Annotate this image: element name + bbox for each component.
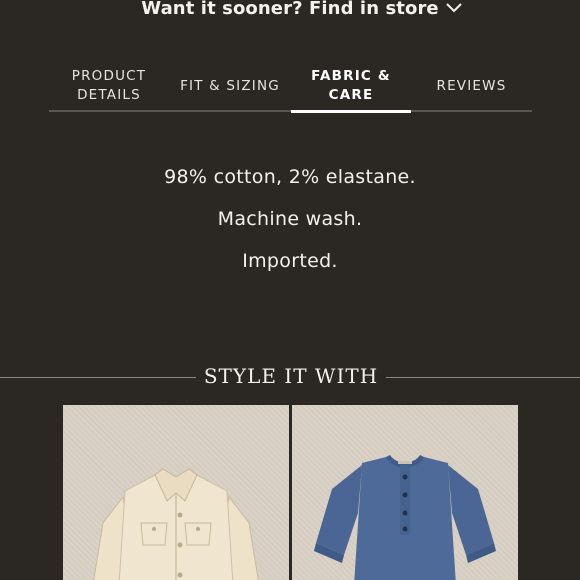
tab-label: REVIEWS [436, 77, 507, 94]
care-material: 98% cotton, 2% elastane. [164, 166, 416, 188]
tab-fit-sizing[interactable]: FIT & SIZING [169, 62, 291, 110]
care-wash: Machine wash. [217, 208, 363, 230]
style-it-with-heading: STYLE IT WITH [0, 362, 580, 392]
jacket-image [93, 468, 259, 580]
tab-label-line2: CARE [328, 87, 374, 103]
product-card-henley[interactable] [292, 405, 518, 580]
henley-shirt-image [314, 455, 496, 580]
find-in-store-text[interactable]: Want it sooner? Find in store [141, 0, 439, 19]
product-info-tabs: PRODUCT DETAILS FIT & SIZING FABRIC & CA… [49, 62, 532, 113]
tab-reviews[interactable]: REVIEWS [411, 62, 532, 110]
product-card-jacket[interactable] [63, 405, 289, 580]
divider-right [386, 377, 580, 378]
page: Want it sooner? Find in store PRODUCT DE… [0, 0, 580, 580]
tab-product-details[interactable]: PRODUCT DETAILS [49, 62, 169, 110]
tab-fabric-care[interactable]: FABRIC & CARE [291, 62, 411, 113]
care-origin: Imported. [242, 250, 338, 272]
fabric-care-content: 98% cotton, 2% elastane. Machine wash. I… [0, 160, 580, 286]
tab-label-line1: PRODUCT [71, 68, 147, 84]
style-it-with-title: STYLE IT WITH [203, 364, 379, 388]
tab-label-line2: DETAILS [77, 87, 141, 103]
tab-label: FIT & SIZING [180, 77, 280, 94]
find-in-store-bar[interactable]: Want it sooner? Find in store [0, 0, 580, 22]
tab-label-line1: FABRIC & [311, 68, 391, 84]
chevron-down-icon[interactable] [444, 0, 464, 14]
divider-left [0, 377, 196, 378]
